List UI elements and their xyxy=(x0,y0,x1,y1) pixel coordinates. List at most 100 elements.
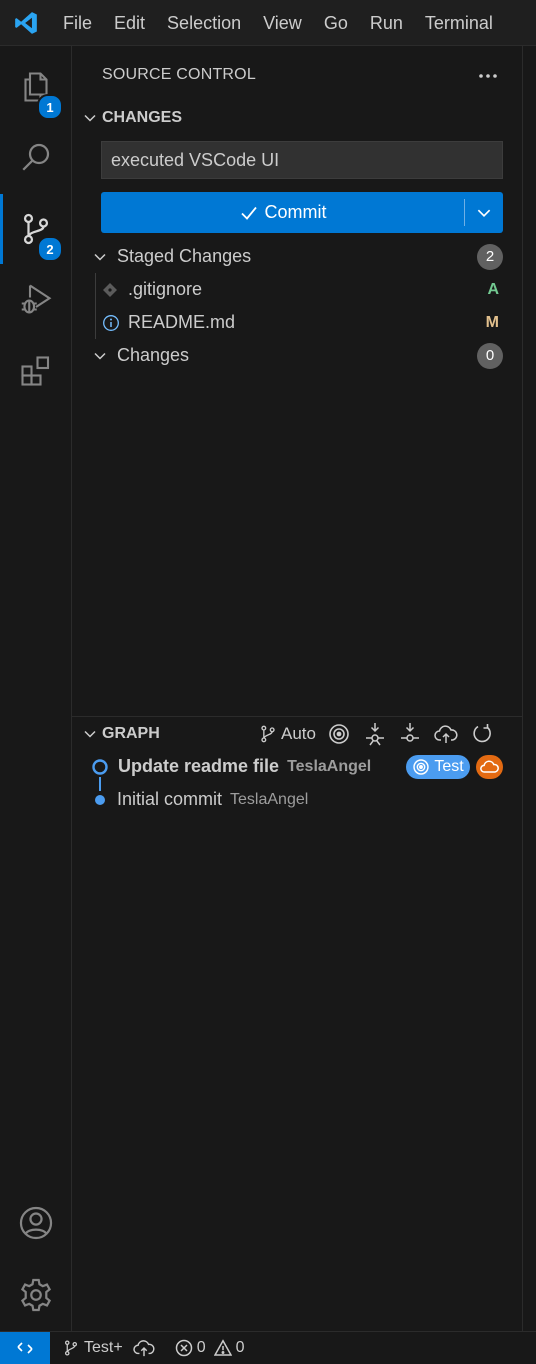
status-bar: Test+ 0 0 xyxy=(0,1331,536,1364)
activity-source-control[interactable]: 2 xyxy=(0,194,72,264)
file-name: .gitignore xyxy=(128,279,203,299)
activity-explorer[interactable]: 1 xyxy=(0,52,72,122)
activity-run-debug[interactable] xyxy=(0,264,72,334)
graph-mode-button[interactable]: Auto xyxy=(258,719,316,749)
activity-search[interactable] xyxy=(0,122,72,192)
remote-badge[interactable] xyxy=(476,754,503,779)
commit-dropdown-button[interactable] xyxy=(465,192,503,233)
commit-button-group: Commit xyxy=(101,192,503,233)
graph-mode-label: Auto xyxy=(281,724,316,743)
menu-go[interactable]: Go xyxy=(313,0,359,46)
account-icon xyxy=(19,1206,53,1240)
menu-file[interactable]: File xyxy=(52,0,103,46)
panel-title: SOURCE CONTROL xyxy=(102,66,256,83)
refresh-button[interactable] xyxy=(471,719,493,749)
title-bar: File Edit Selection View Go Run Terminal xyxy=(0,0,536,46)
menu-edit[interactable]: Edit xyxy=(103,0,156,46)
chevron-down-icon xyxy=(72,110,98,126)
staged-count-badge: 2 xyxy=(477,243,503,270)
activity-accounts[interactable] xyxy=(0,1188,72,1258)
branch-icon xyxy=(64,1339,78,1356)
warning-icon xyxy=(213,1338,232,1356)
changes-section-label: CHANGES xyxy=(102,109,183,126)
changes-label: Changes xyxy=(117,345,190,365)
activity-extensions[interactable] xyxy=(0,336,72,406)
changes-section-header[interactable]: CHANGES xyxy=(72,102,522,134)
error-count: 0 xyxy=(196,1338,206,1356)
commit-message: Initial commit xyxy=(117,789,223,809)
graph-commit-row[interactable]: Initial commit TeslaAngel xyxy=(72,783,522,816)
activity-manage[interactable] xyxy=(0,1260,72,1330)
pull-icon xyxy=(400,723,419,742)
refresh-icon xyxy=(473,724,491,743)
staged-changes-label: Staged Changes xyxy=(117,246,252,266)
commit-message-input[interactable]: executed VSCode UI xyxy=(101,141,503,179)
push-button[interactable] xyxy=(434,719,458,749)
menu-selection[interactable]: Selection xyxy=(156,0,252,46)
graph-section-label: GRAPH xyxy=(102,725,160,742)
source-control-badge: 2 xyxy=(37,236,63,262)
check-icon xyxy=(240,206,257,220)
commit-button-label: Commit xyxy=(264,202,327,222)
go-to-current-button[interactable] xyxy=(328,719,350,749)
cloud-upload-icon xyxy=(434,725,458,743)
file-item-gitignore[interactable]: .gitignore A xyxy=(72,273,522,306)
cloud-icon xyxy=(479,760,499,773)
vscode-logo-icon xyxy=(0,0,52,46)
branch-name: Test+ xyxy=(84,1338,123,1356)
staged-changes-group[interactable]: Staged Changes 2 xyxy=(72,240,522,273)
chevron-down-icon xyxy=(477,209,491,217)
ellipsis-icon xyxy=(479,74,497,78)
sync-status-item[interactable] xyxy=(132,1332,155,1364)
gear-icon xyxy=(20,1278,52,1312)
target-icon xyxy=(329,724,349,744)
warning-count: 0 xyxy=(235,1338,245,1356)
cloud-upload-icon xyxy=(132,1339,155,1356)
menu-view[interactable]: View xyxy=(252,0,313,46)
run-debug-icon xyxy=(21,284,52,314)
remote-indicator-button[interactable] xyxy=(0,1331,50,1364)
fetch-button[interactable] xyxy=(364,719,386,749)
chevron-down-icon xyxy=(72,726,98,742)
panel-header: SOURCE CONTROL xyxy=(72,46,522,106)
menu-run[interactable]: Run xyxy=(359,0,414,46)
remote-icon xyxy=(17,1341,33,1354)
explorer-badge: 1 xyxy=(37,94,63,120)
info-icon xyxy=(102,314,120,332)
commit-message: Update readme file xyxy=(118,756,280,776)
file-status-added: A xyxy=(487,280,499,298)
commit-button[interactable]: Commit xyxy=(101,192,464,233)
source-control-panel: SOURCE CONTROL CHANGES executed VSCode U… xyxy=(72,46,522,1331)
changes-count-badge: 0 xyxy=(477,342,503,369)
file-status-modified: M xyxy=(485,313,499,331)
graph-commit-row[interactable]: Update readme file TeslaAngel Test xyxy=(72,750,522,783)
chevron-down-icon xyxy=(92,348,108,364)
error-icon xyxy=(175,1339,192,1356)
target-icon xyxy=(413,758,430,775)
branch-badge-label: Test xyxy=(434,757,464,775)
commit-node-head-icon xyxy=(91,758,109,776)
branch-status-item[interactable]: Test+ xyxy=(62,1332,123,1364)
menu-terminal[interactable]: Terminal xyxy=(414,0,504,46)
commit-author: TeslaAngel xyxy=(287,757,372,775)
fetch-icon xyxy=(365,723,384,746)
chevron-down-icon xyxy=(92,249,108,265)
file-item-readme[interactable]: README.md M xyxy=(72,306,522,339)
graph-toolbar: Auto xyxy=(258,719,493,749)
commit-author: TeslaAngel xyxy=(230,790,309,808)
branch-badge[interactable]: Test xyxy=(406,754,470,779)
commit-message-text: executed VSCode UI xyxy=(111,149,280,170)
problems-status-item[interactable]: 0 0 xyxy=(175,1332,245,1364)
git-file-icon xyxy=(102,282,118,298)
activity-bar: 1 2 xyxy=(0,46,72,1331)
file-name: README.md xyxy=(128,312,236,332)
vertical-scrollbar[interactable] xyxy=(522,46,536,1331)
extensions-icon xyxy=(21,356,50,386)
commit-node-icon xyxy=(94,794,106,806)
branch-icon xyxy=(261,725,275,743)
pull-button[interactable] xyxy=(399,719,421,749)
graph-divider xyxy=(72,716,522,717)
more-actions-button[interactable] xyxy=(475,64,501,88)
changes-group[interactable]: Changes 0 xyxy=(72,339,522,372)
search-icon xyxy=(22,143,50,171)
